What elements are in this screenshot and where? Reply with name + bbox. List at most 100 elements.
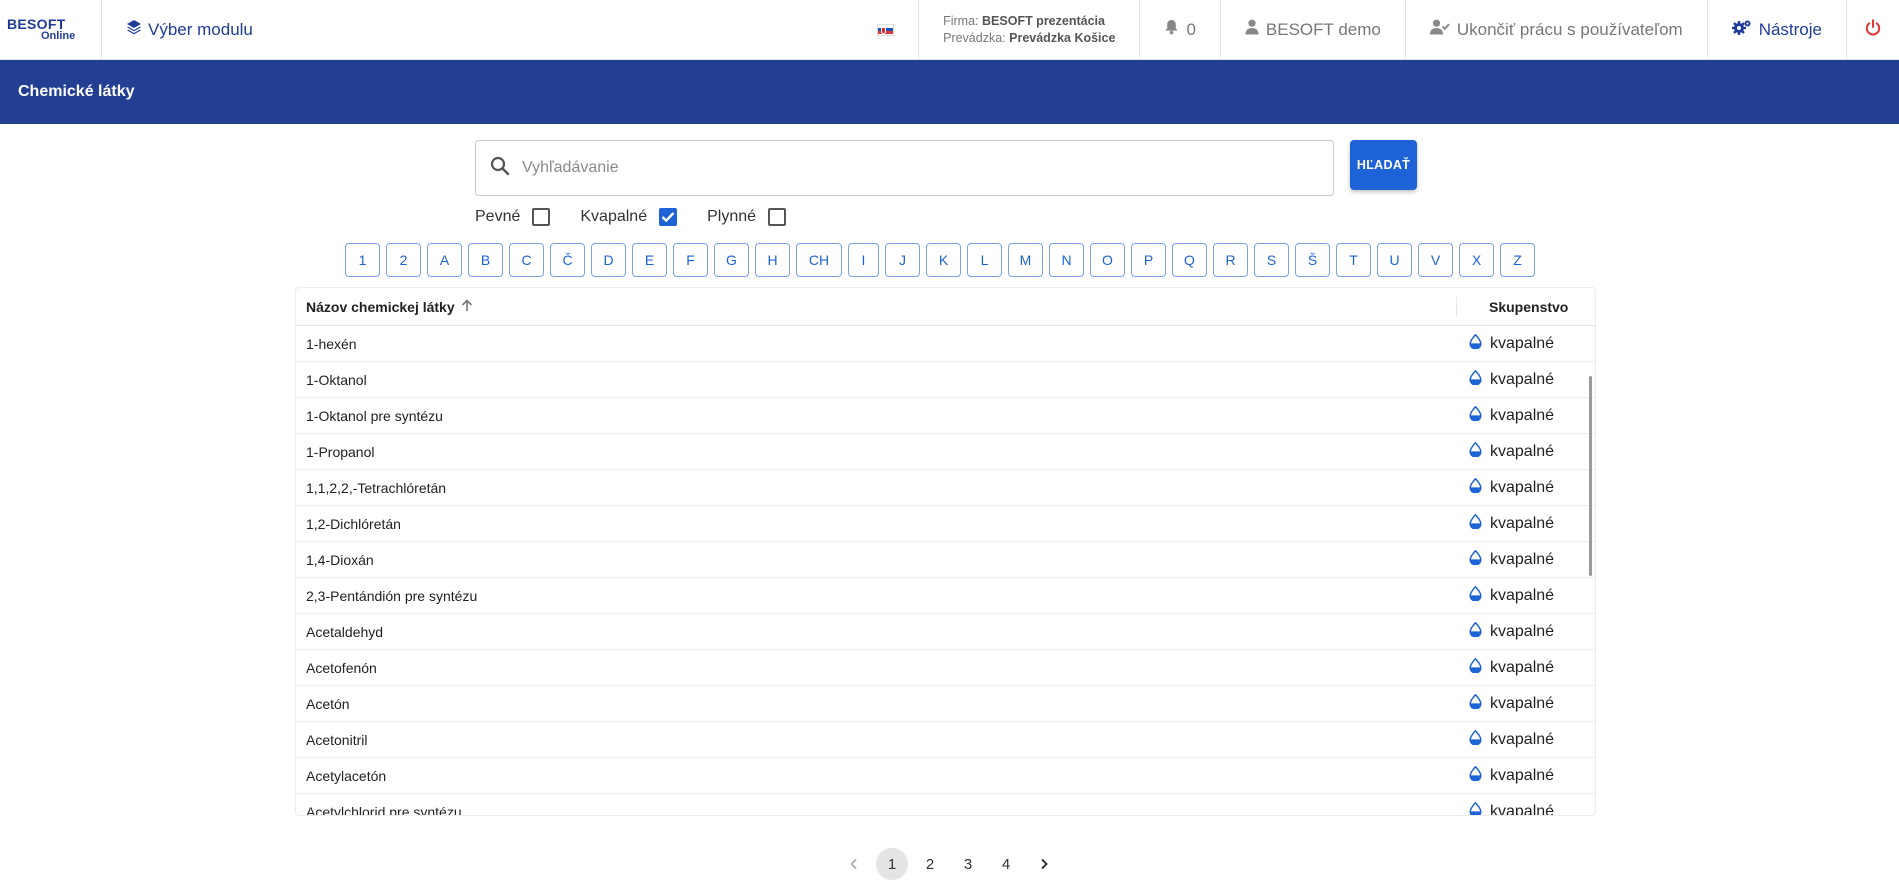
table-row[interactable]: Acetón kvapalné bbox=[296, 686, 1595, 722]
chemical-name: Acetylacetón bbox=[306, 767, 387, 784]
firm-line: Firma: BESOFT prezentácia bbox=[943, 13, 1105, 30]
letter-button[interactable]: S bbox=[1254, 243, 1289, 277]
letter-button[interactable]: H bbox=[755, 243, 790, 277]
letter-button[interactable]: B bbox=[468, 243, 503, 277]
company-info[interactable]: Firma: BESOFT prezentácia Prevádzka: Pre… bbox=[918, 0, 1139, 60]
state-label: kvapalné bbox=[1490, 442, 1555, 460]
letter-button[interactable]: J bbox=[885, 243, 920, 277]
next-page-button[interactable] bbox=[1028, 848, 1060, 880]
end-user-session-button[interactable]: Ukončiť prácu s používateľom bbox=[1404, 0, 1707, 60]
letter-button[interactable]: V bbox=[1418, 243, 1453, 277]
chemical-name: Acetofenón bbox=[306, 659, 377, 676]
table-row[interactable]: 1-Propanol kvapalné bbox=[296, 434, 1595, 470]
notifications-button[interactable]: 0 bbox=[1139, 0, 1219, 60]
filter-solid[interactable]: Pevné bbox=[475, 208, 551, 226]
state-label: kvapalné bbox=[1490, 766, 1555, 784]
table-row[interactable]: 1,2-Dichlóretán kvapalné bbox=[296, 506, 1595, 542]
liquid-drop-icon bbox=[1469, 765, 1482, 786]
column-header-name[interactable]: Názov chemickej látky bbox=[296, 296, 1457, 317]
table-row[interactable]: 1-hexén kvapalné bbox=[296, 326, 1595, 362]
sort-ascending-icon[interactable] bbox=[461, 298, 473, 315]
state-cell: kvapalné bbox=[1457, 441, 1595, 462]
chemical-name: 1,4-Dioxán bbox=[306, 551, 374, 568]
state-label: kvapalné bbox=[1490, 334, 1555, 352]
liquid-drop-icon bbox=[1469, 693, 1482, 714]
table-row[interactable]: 2,3-Pentándión pre syntézu kvapalné bbox=[296, 578, 1595, 614]
table-row[interactable]: Acetofenón kvapalné bbox=[296, 650, 1595, 686]
liquid-drop-icon bbox=[1469, 477, 1482, 498]
previous-page-button[interactable] bbox=[838, 848, 870, 880]
letter-button[interactable]: Z bbox=[1500, 243, 1535, 277]
page-button[interactable]: 2 bbox=[914, 848, 946, 880]
table-row[interactable]: 1,1,2,2,-Tetrachlóretán kvapalné bbox=[296, 470, 1595, 506]
table-row[interactable]: Acetaldehyd kvapalné bbox=[296, 614, 1595, 650]
filter-gas-checkbox[interactable] bbox=[768, 208, 787, 226]
letter-button[interactable]: E bbox=[632, 243, 667, 277]
letter-button[interactable]: P bbox=[1131, 243, 1166, 277]
letter-button[interactable]: Č bbox=[550, 243, 585, 277]
shop-line: Prevádzka: Prevádzka Košice bbox=[943, 30, 1115, 47]
state-label: kvapalné bbox=[1490, 622, 1555, 640]
table-row[interactable]: 1-Oktanol kvapalné bbox=[296, 362, 1595, 398]
state-cell: kvapalné bbox=[1457, 513, 1595, 534]
user-menu[interactable]: BESOFT demo bbox=[1219, 0, 1405, 60]
letter-button[interactable]: O bbox=[1090, 243, 1125, 277]
table-scrollbar[interactable] bbox=[1589, 376, 1592, 576]
filter-liquid[interactable]: Kvapalné bbox=[580, 208, 678, 226]
liquid-drop-icon bbox=[1469, 729, 1482, 750]
letter-button[interactable]: CH bbox=[796, 243, 842, 277]
letter-button[interactable]: K bbox=[926, 243, 961, 277]
state-cell: kvapalné bbox=[1457, 369, 1595, 390]
search-input[interactable] bbox=[522, 159, 1333, 177]
letter-button[interactable]: M bbox=[1008, 243, 1043, 277]
letter-button[interactable]: 1 bbox=[345, 243, 380, 277]
letter-button[interactable]: Š bbox=[1295, 243, 1330, 277]
chevron-left-icon bbox=[850, 858, 857, 870]
filter-gas[interactable]: Plynné bbox=[707, 208, 787, 226]
tools-menu[interactable]: Nástroje bbox=[1706, 0, 1846, 60]
search-box[interactable] bbox=[475, 140, 1334, 196]
liquid-drop-icon bbox=[1469, 621, 1482, 642]
page-button[interactable]: 1 bbox=[876, 848, 908, 880]
letter-button[interactable]: 2 bbox=[386, 243, 421, 277]
letter-button[interactable]: Q bbox=[1172, 243, 1207, 277]
letter-button[interactable]: I bbox=[848, 243, 879, 277]
letter-button[interactable]: D bbox=[591, 243, 626, 277]
chemical-name: 1-Oktanol bbox=[306, 371, 367, 388]
table-row[interactable]: Acetonitril kvapalné bbox=[296, 722, 1595, 758]
table-body: 1-hexén kvapalné 1-Oktanol kvapalné 1-Oktano… bbox=[296, 326, 1595, 816]
letter-button[interactable]: R bbox=[1213, 243, 1248, 277]
letter-button[interactable]: G bbox=[714, 243, 749, 277]
liquid-drop-icon bbox=[1469, 441, 1482, 462]
table-row[interactable]: 1-Oktanol pre syntézu kvapalné bbox=[296, 398, 1595, 434]
state-label: kvapalné bbox=[1490, 586, 1555, 604]
letter-button[interactable]: A bbox=[427, 243, 462, 277]
letter-button[interactable]: U bbox=[1377, 243, 1412, 277]
state-label: kvapalné bbox=[1490, 550, 1555, 568]
letter-button[interactable]: N bbox=[1049, 243, 1084, 277]
page-button[interactable]: 3 bbox=[952, 848, 984, 880]
state-cell: kvapalné bbox=[1457, 729, 1595, 750]
letter-button[interactable]: F bbox=[673, 243, 708, 277]
logout-button[interactable] bbox=[1846, 0, 1899, 60]
liquid-drop-icon bbox=[1469, 513, 1482, 534]
module-selector-button[interactable]: Výber modulu bbox=[102, 0, 253, 60]
page-button[interactable]: 4 bbox=[990, 848, 1022, 880]
column-header-state[interactable]: Skupenstvo bbox=[1457, 299, 1595, 315]
letter-button[interactable]: C bbox=[509, 243, 544, 277]
language-selector[interactable] bbox=[853, 0, 918, 60]
state-label: kvapalné bbox=[1490, 802, 1555, 816]
shop-label: Prevádzka: bbox=[943, 30, 1006, 45]
filter-liquid-checkbox[interactable] bbox=[659, 208, 678, 226]
search-button[interactable]: HĽADAŤ bbox=[1350, 140, 1417, 190]
table-row[interactable]: Acetylacetón kvapalné bbox=[296, 758, 1595, 794]
state-cell: kvapalné bbox=[1457, 585, 1595, 606]
letter-button[interactable]: X bbox=[1459, 243, 1494, 277]
table-row[interactable]: Acetylchlorid pre syntézu kvapalné bbox=[296, 794, 1595, 816]
letter-button[interactable]: T bbox=[1336, 243, 1371, 277]
besoft-logo[interactable]: BESOFT Online bbox=[0, 0, 102, 60]
filter-solid-checkbox[interactable] bbox=[532, 208, 551, 226]
letter-button[interactable]: L bbox=[967, 243, 1002, 277]
state-cell: kvapalné bbox=[1457, 549, 1595, 570]
table-row[interactable]: 1,4-Dioxán kvapalné bbox=[296, 542, 1595, 578]
